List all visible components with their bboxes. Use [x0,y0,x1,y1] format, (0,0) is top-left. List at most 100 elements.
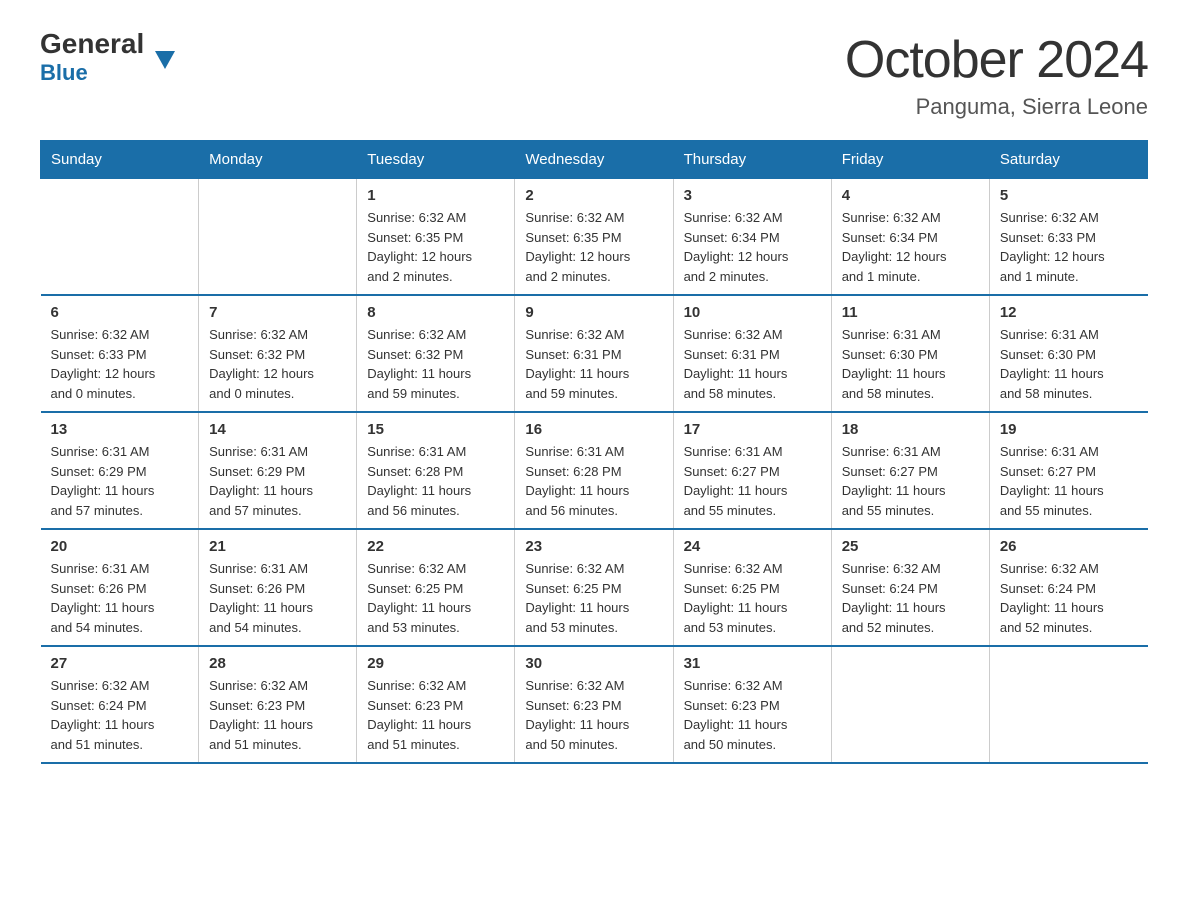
cell-w2-d2: 8 Sunrise: 6:32 AM Sunset: 6:32 PM Daylig… [357,295,515,412]
col-monday: Monday [199,141,357,179]
cell-w1-d1 [199,179,357,296]
day-number: 19 [1000,421,1138,438]
day-info: Sunrise: 6:32 AM Sunset: 6:32 PM Dayligh… [209,325,346,403]
week-row-3: 13 Sunrise: 6:31 AM Sunset: 6:29 PM Dayli… [41,412,1148,529]
day-info: Sunrise: 6:32 AM Sunset: 6:35 PM Dayligh… [525,208,662,286]
cell-w3-d0: 13 Sunrise: 6:31 AM Sunset: 6:29 PM Dayli… [41,412,199,529]
day-info: Sunrise: 6:31 AM Sunset: 6:26 PM Dayligh… [209,559,346,637]
day-info: Sunrise: 6:32 AM Sunset: 6:33 PM Dayligh… [1000,208,1138,286]
week-row-5: 27 Sunrise: 6:32 AM Sunset: 6:24 PM Dayli… [41,646,1148,763]
day-info: Sunrise: 6:32 AM Sunset: 6:24 PM Dayligh… [842,559,979,637]
cell-w5-d5 [831,646,989,763]
logo-blue: Blue [40,60,88,86]
cell-w3-d6: 19 Sunrise: 6:31 AM Sunset: 6:27 PM Dayli… [989,412,1147,529]
logo: General Blue [40,30,155,86]
cell-w1-d0 [41,179,199,296]
day-info: Sunrise: 6:32 AM Sunset: 6:25 PM Dayligh… [525,559,662,637]
cell-w1-d5: 4 Sunrise: 6:32 AM Sunset: 6:34 PM Daylig… [831,179,989,296]
day-number: 4 [842,187,979,204]
day-info: Sunrise: 6:32 AM Sunset: 6:25 PM Dayligh… [684,559,821,637]
cell-w1-d3: 2Sunrise: 6:32 AM Sunset: 6:35 PM Daylig… [515,179,673,296]
day-info: Sunrise: 6:32 AM Sunset: 6:24 PM Dayligh… [51,676,189,754]
cell-w5-d3: 30 Sunrise: 6:32 AM Sunset: 6:23 PM Dayli… [515,646,673,763]
cell-w4-d2: 22Sunrise: 6:32 AM Sunset: 6:25 PM Dayli… [357,529,515,646]
cell-w3-d4: 17Sunrise: 6:31 AM Sunset: 6:27 PM Dayli… [673,412,831,529]
day-number: 26 [1000,538,1138,555]
cell-w1-d2: 1 Sunrise: 6:32 AM Sunset: 6:35 PM Daylig… [357,179,515,296]
col-tuesday: Tuesday [357,141,515,179]
col-thursday: Thursday [673,141,831,179]
day-info: Sunrise: 6:32 AM Sunset: 6:35 PM Dayligh… [367,208,504,286]
cell-w2-d4: 10 Sunrise: 6:32 AM Sunset: 6:31 PM Dayli… [673,295,831,412]
cell-w4-d3: 23Sunrise: 6:32 AM Sunset: 6:25 PM Dayli… [515,529,673,646]
day-info: Sunrise: 6:32 AM Sunset: 6:24 PM Dayligh… [1000,559,1138,637]
cell-w4-d1: 21 Sunrise: 6:31 AM Sunset: 6:26 PM Dayli… [199,529,357,646]
cell-w5-d1: 28 Sunrise: 6:32 AM Sunset: 6:23 PM Dayli… [199,646,357,763]
day-info: Sunrise: 6:32 AM Sunset: 6:31 PM Dayligh… [684,325,821,403]
day-info: Sunrise: 6:31 AM Sunset: 6:27 PM Dayligh… [1000,442,1138,520]
cell-w4-d5: 25Sunrise: 6:32 AM Sunset: 6:24 PM Dayli… [831,529,989,646]
cell-w2-d5: 11 Sunrise: 6:31 AM Sunset: 6:30 PM Dayli… [831,295,989,412]
day-number: 29 [367,655,504,672]
day-info: Sunrise: 6:32 AM Sunset: 6:23 PM Dayligh… [525,676,662,754]
day-number: 16 [525,421,662,438]
cell-w4-d0: 20Sunrise: 6:31 AM Sunset: 6:26 PM Dayli… [41,529,199,646]
day-info: Sunrise: 6:32 AM Sunset: 6:23 PM Dayligh… [684,676,821,754]
day-number: 14 [209,421,346,438]
title-block: October 2024 Panguma, Sierra Leone [845,30,1148,120]
day-number: 24 [684,538,821,555]
day-number: 13 [51,421,189,438]
day-number: 31 [684,655,821,672]
cell-w5-d6 [989,646,1147,763]
day-info: Sunrise: 6:31 AM Sunset: 6:29 PM Dayligh… [51,442,189,520]
cell-w1-d4: 3 Sunrise: 6:32 AM Sunset: 6:34 PM Daylig… [673,179,831,296]
day-info: Sunrise: 6:31 AM Sunset: 6:27 PM Dayligh… [842,442,979,520]
cell-w3-d2: 15Sunrise: 6:31 AM Sunset: 6:28 PM Dayli… [357,412,515,529]
week-row-2: 6 Sunrise: 6:32 AM Sunset: 6:33 PM Daylig… [41,295,1148,412]
day-info: Sunrise: 6:32 AM Sunset: 6:34 PM Dayligh… [684,208,821,286]
col-sunday: Sunday [41,141,199,179]
day-number: 8 [367,304,504,321]
day-info: Sunrise: 6:32 AM Sunset: 6:23 PM Dayligh… [209,676,346,754]
day-number: 5 [1000,187,1138,204]
location-title: Panguma, Sierra Leone [845,94,1148,120]
cell-w4-d4: 24 Sunrise: 6:32 AM Sunset: 6:25 PM Dayli… [673,529,831,646]
page-header: General Blue October 2024 Panguma, Sierr… [40,30,1148,120]
cell-w5-d4: 31 Sunrise: 6:32 AM Sunset: 6:23 PM Dayli… [673,646,831,763]
day-info: Sunrise: 6:32 AM Sunset: 6:32 PM Dayligh… [367,325,504,403]
cell-w3-d3: 16 Sunrise: 6:31 AM Sunset: 6:28 PM Dayli… [515,412,673,529]
day-info: Sunrise: 6:31 AM Sunset: 6:27 PM Dayligh… [684,442,821,520]
col-friday: Friday [831,141,989,179]
day-number: 20 [51,538,189,555]
cell-w3-d1: 14Sunrise: 6:31 AM Sunset: 6:29 PM Dayli… [199,412,357,529]
cell-w4-d6: 26 Sunrise: 6:32 AM Sunset: 6:24 PM Dayli… [989,529,1147,646]
day-number: 1 [367,187,504,204]
cell-w3-d5: 18Sunrise: 6:31 AM Sunset: 6:27 PM Dayli… [831,412,989,529]
day-number: 30 [525,655,662,672]
col-wednesday: Wednesday [515,141,673,179]
day-number: 11 [842,304,979,321]
day-info: Sunrise: 6:31 AM Sunset: 6:28 PM Dayligh… [525,442,662,520]
day-number: 9 [525,304,662,321]
day-info: Sunrise: 6:32 AM Sunset: 6:33 PM Dayligh… [51,325,189,403]
day-info: Sunrise: 6:31 AM Sunset: 6:30 PM Dayligh… [842,325,979,403]
day-number: 6 [51,304,189,321]
day-info: Sunrise: 6:32 AM Sunset: 6:34 PM Dayligh… [842,208,979,286]
day-number: 12 [1000,304,1138,321]
day-number: 3 [684,187,821,204]
calendar-table: Sunday Monday Tuesday Wednesday Thursday… [40,140,1148,764]
day-number: 27 [51,655,189,672]
calendar-header-row: Sunday Monday Tuesday Wednesday Thursday… [41,141,1148,179]
logo-general: General [40,30,155,58]
cell-w2-d0: 6 Sunrise: 6:32 AM Sunset: 6:33 PM Daylig… [41,295,199,412]
day-number: 10 [684,304,821,321]
day-number: 21 [209,538,346,555]
day-info: Sunrise: 6:32 AM Sunset: 6:31 PM Dayligh… [525,325,662,403]
day-number: 7 [209,304,346,321]
day-info: Sunrise: 6:32 AM Sunset: 6:23 PM Dayligh… [367,676,504,754]
cell-w2-d6: 12Sunrise: 6:31 AM Sunset: 6:30 PM Dayli… [989,295,1147,412]
cell-w5-d0: 27 Sunrise: 6:32 AM Sunset: 6:24 PM Dayli… [41,646,199,763]
day-number: 28 [209,655,346,672]
week-row-1: 1 Sunrise: 6:32 AM Sunset: 6:35 PM Daylig… [41,179,1148,296]
col-saturday: Saturday [989,141,1147,179]
